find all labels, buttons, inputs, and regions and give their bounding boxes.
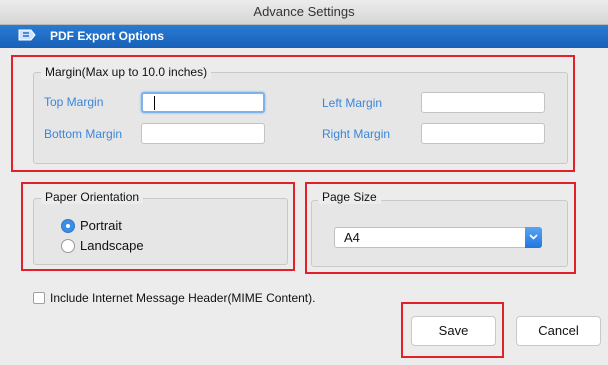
radio-landscape-indicator[interactable] <box>61 238 75 253</box>
window-title: Advance Settings <box>253 4 355 19</box>
mime-checkbox-row[interactable]: Include Internet Message Header(MIME Con… <box>33 291 315 305</box>
select-arrows-icon[interactable] <box>525 227 542 248</box>
radio-portrait[interactable]: Portrait <box>61 218 122 233</box>
radio-landscape-label: Landscape <box>80 238 144 253</box>
radio-portrait-indicator[interactable] <box>61 218 75 233</box>
text-caret <box>154 96 155 110</box>
page-size-legend: Page Size <box>318 190 381 204</box>
left-margin-label: Left Margin <box>322 96 383 110</box>
page-size-select[interactable]: A4 <box>334 227 542 248</box>
page-size-value: A4 <box>344 230 360 245</box>
mime-checkbox-label: Include Internet Message Header(MIME Con… <box>50 291 316 305</box>
window-title-bar: Advance Settings <box>0 0 608 25</box>
left-margin-input[interactable] <box>421 92 545 113</box>
pdf-export-icon <box>18 29 36 41</box>
right-margin-label: Right Margin <box>322 127 391 141</box>
bottom-margin-input[interactable] <box>141 123 265 144</box>
top-margin-label: Top Margin <box>44 95 104 109</box>
mime-checkbox[interactable] <box>33 292 45 304</box>
orientation-legend: Paper Orientation <box>41 190 144 204</box>
cancel-button[interactable]: Cancel <box>516 316 601 346</box>
top-margin-input[interactable] <box>141 92 265 113</box>
margin-group <box>33 72 568 164</box>
bottom-margin-label: Bottom Margin <box>44 127 123 141</box>
margin-legend: Margin(Max up to 10.0 inches) <box>41 65 212 79</box>
save-button[interactable]: Save <box>411 316 496 346</box>
section-header: PDF Export Options <box>0 25 608 48</box>
right-margin-input[interactable] <box>421 123 545 144</box>
chevron-down-icon <box>529 234 538 240</box>
radio-portrait-label: Portrait <box>80 218 122 233</box>
radio-landscape[interactable]: Landscape <box>61 238 144 253</box>
section-header-title: PDF Export Options <box>50 29 164 43</box>
